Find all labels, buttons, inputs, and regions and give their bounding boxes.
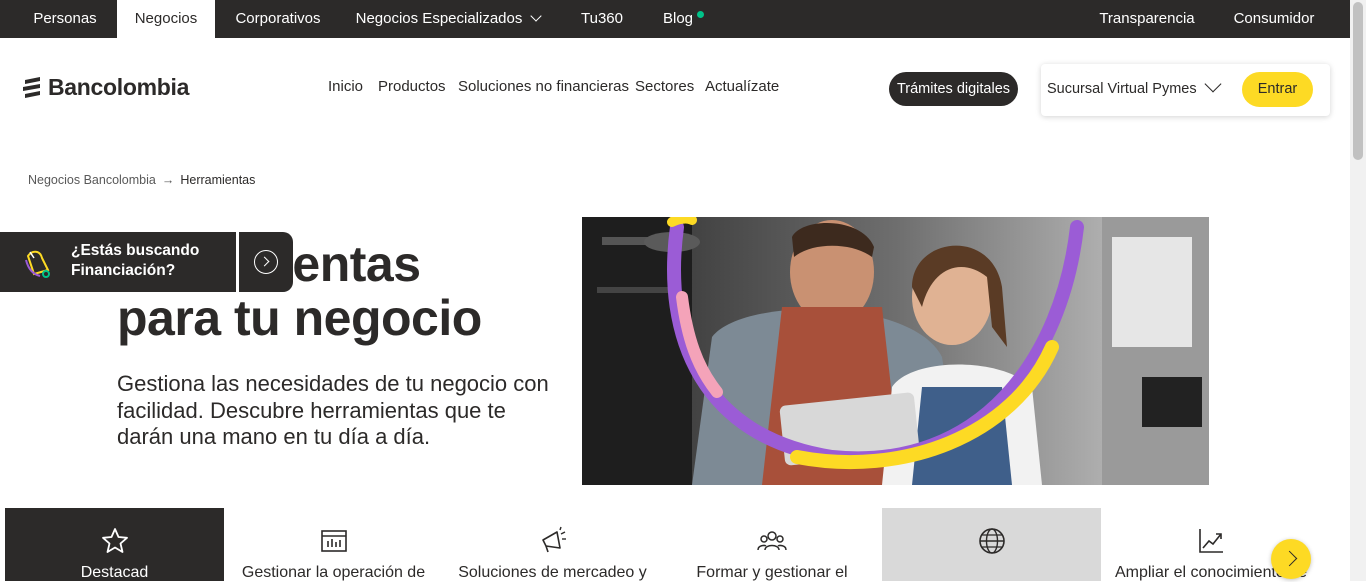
link-transparencia[interactable]: Transparencia	[1090, 0, 1204, 38]
tramites-digitales-button[interactable]: Trámites digitales	[889, 72, 1018, 106]
team-icon	[757, 531, 787, 551]
hero-image	[582, 217, 1209, 485]
nav-inicio[interactable]: Inicio	[328, 78, 363, 95]
financing-line2: Financiación?	[71, 262, 176, 279]
tab-tu360[interactable]: Tu360	[570, 0, 634, 38]
notification-dot-icon	[697, 11, 704, 18]
financing-banner[interactable]: ¿Estás buscando Financiación?	[0, 232, 293, 292]
card-label: Destacad	[80, 564, 149, 581]
tab-negocios[interactable]: Negocios	[117, 0, 215, 38]
logo-text: Bancolombia	[48, 73, 190, 100]
growth-chart-icon	[1199, 529, 1223, 553]
category-cards: Destacad Gestionar la operación de Soluc…	[5, 508, 1321, 581]
globe-icon	[978, 528, 1005, 554]
breadcrumb-separator-icon: →	[161, 173, 175, 187]
card-globe[interactable]	[882, 508, 1101, 581]
star-icon	[101, 528, 128, 553]
nav-actualizate[interactable]: Actualízate	[705, 78, 779, 95]
entrar-button[interactable]: Entrar	[1242, 72, 1313, 107]
card-label: Gestionar la operación de	[241, 564, 426, 581]
chevron-right-circle-icon	[254, 250, 278, 274]
financing-arrow-button[interactable]	[239, 232, 293, 292]
top-nav-bar: Personas Negocios Corporativos Negocios …	[0, 0, 1350, 38]
tab-blog[interactable]: Blog	[655, 0, 701, 38]
chevron-down-icon[interactable]	[1204, 75, 1222, 93]
card-label: Formar y gestionar el	[696, 564, 848, 581]
carousel-next-button[interactable]	[1271, 539, 1311, 579]
nav-productos[interactable]: Productos	[378, 78, 446, 95]
financing-banner-text: ¿Estás buscando Financiación?	[71, 241, 199, 281]
sucursal-login-box: Sucursal Virtual Pymes Entrar	[1041, 64, 1330, 116]
hand-bell-icon	[25, 250, 50, 278]
tab-corporativos[interactable]: Corporativos	[225, 0, 331, 38]
tab-negocios-especializados-label: Negocios Especializados	[355, 10, 523, 27]
card-formar-gestionar[interactable]: Formar y gestionar el	[662, 508, 882, 581]
card-destacados[interactable]: Destacad	[5, 508, 224, 581]
hero-photo-illustration	[582, 217, 1209, 485]
breadcrumb-current: Herramientas	[180, 173, 256, 187]
megaphone-icon	[541, 526, 566, 553]
breadcrumb-link-negocios[interactable]: Negocios Bancolombia	[28, 173, 156, 187]
scrollbar-thumb[interactable]	[1353, 2, 1363, 160]
card-soluciones-mercadeo[interactable]: Soluciones de mercadeo y	[443, 508, 662, 581]
tab-personas[interactable]: Personas	[17, 0, 113, 38]
bancolombia-logo[interactable]: Bancolombia	[22, 74, 189, 100]
nav-sectores[interactable]: Sectores	[635, 78, 694, 95]
sucursal-select[interactable]: Sucursal Virtual Pymes	[1047, 81, 1197, 97]
financing-banner-body[interactable]: ¿Estás buscando Financiación?	[0, 232, 236, 292]
tab-negocios-especializados[interactable]: Negocios Especializados	[348, 0, 548, 38]
dashboard-icon	[320, 530, 347, 552]
main-header: Bancolombia Inicio Productos Soluciones …	[0, 38, 1350, 138]
page-title-line2: para tu negocio	[117, 290, 482, 346]
card-label: Soluciones de mercadeo y	[458, 564, 647, 581]
chevron-down-icon	[530, 10, 543, 22]
bancolombia-logo-icon	[23, 77, 40, 98]
link-consumidor[interactable]: Consumidor	[1222, 0, 1326, 38]
breadcrumb: Negocios Bancolombia → Herramientas	[28, 173, 255, 187]
hero-description: Gestiona las necesidades de tu negocio c…	[117, 371, 549, 449]
nav-soluciones-no-financieras[interactable]: Soluciones no financieras	[458, 78, 629, 95]
page-scrollbar[interactable]	[1350, 0, 1366, 581]
financing-line1: ¿Estás buscando	[71, 242, 200, 259]
card-gestionar-operacion[interactable]: Gestionar la operación de	[224, 508, 443, 581]
